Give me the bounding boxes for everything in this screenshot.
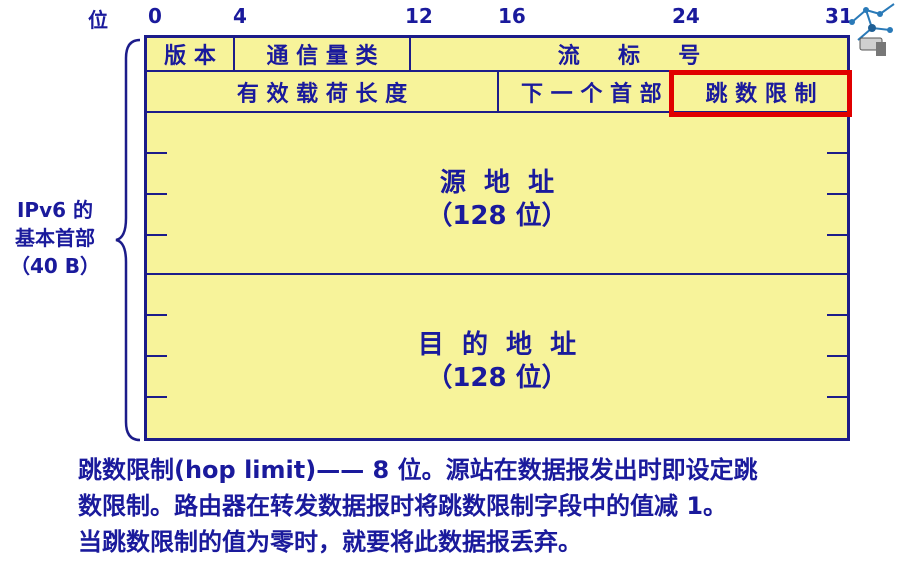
bit-tick-4: 4 <box>233 4 247 28</box>
side-label-line2: 基本首部 <box>15 226 95 250</box>
field-flow-label: 流 标 号 <box>557 44 701 69</box>
row-divider-3 <box>147 273 847 275</box>
word-tick <box>827 396 847 398</box>
field-version: 版 本 <box>164 44 216 69</box>
word-tick <box>147 193 167 195</box>
side-label-line1: IPv6 的 <box>16 198 93 222</box>
word-tick <box>147 396 167 398</box>
word-tick <box>147 152 167 154</box>
field-dest-bits: （128 位） <box>426 363 568 393</box>
side-label: IPv6 的 基本首部 （40 B） <box>0 196 110 280</box>
word-tick <box>147 314 167 316</box>
word-tick <box>827 193 847 195</box>
word-tick <box>827 152 847 154</box>
field-traffic-class: 通 信 量 类 <box>266 44 378 69</box>
word-tick <box>147 355 167 357</box>
hop-limit-highlight <box>669 70 852 117</box>
description-line3: 当跳数限制的值为零时，就要将此数据报丢弃。 <box>78 528 582 556</box>
field-source-bits: （128 位） <box>426 201 568 231</box>
bit-tick-24: 24 <box>672 4 700 28</box>
header-brace <box>115 38 141 442</box>
word-tick <box>827 355 847 357</box>
bit-ruler-label: 位 <box>88 8 108 32</box>
description-text: 跳数限制(hop limit)—— 8 位。源站在数据报发出时即设定跳 数限制。… <box>78 452 878 560</box>
word-tick <box>827 314 847 316</box>
bit-tick-12: 12 <box>405 4 433 28</box>
description-line1: 跳数限制(hop limit)—— 8 位。源站在数据报发出时即设定跳 <box>78 456 758 484</box>
word-tick <box>147 234 167 236</box>
network-logo-icon <box>849 3 895 56</box>
field-payload-length: 有 效 载 荷 长 度 <box>236 82 408 107</box>
side-label-line3: （40 B） <box>9 254 101 278</box>
field-source-address: 源 地 址 <box>439 168 555 198</box>
field-dest-address: 目 的 地 址 <box>417 330 577 360</box>
word-tick <box>827 234 847 236</box>
bit-tick-0: 0 <box>148 4 162 28</box>
field-next-header: 下 一 个 首 部 <box>521 82 662 107</box>
description-line2: 数限制。路由器在转发数据报时将跳数限制字段中的值减 1。 <box>78 492 728 520</box>
bit-tick-16: 16 <box>498 4 526 28</box>
